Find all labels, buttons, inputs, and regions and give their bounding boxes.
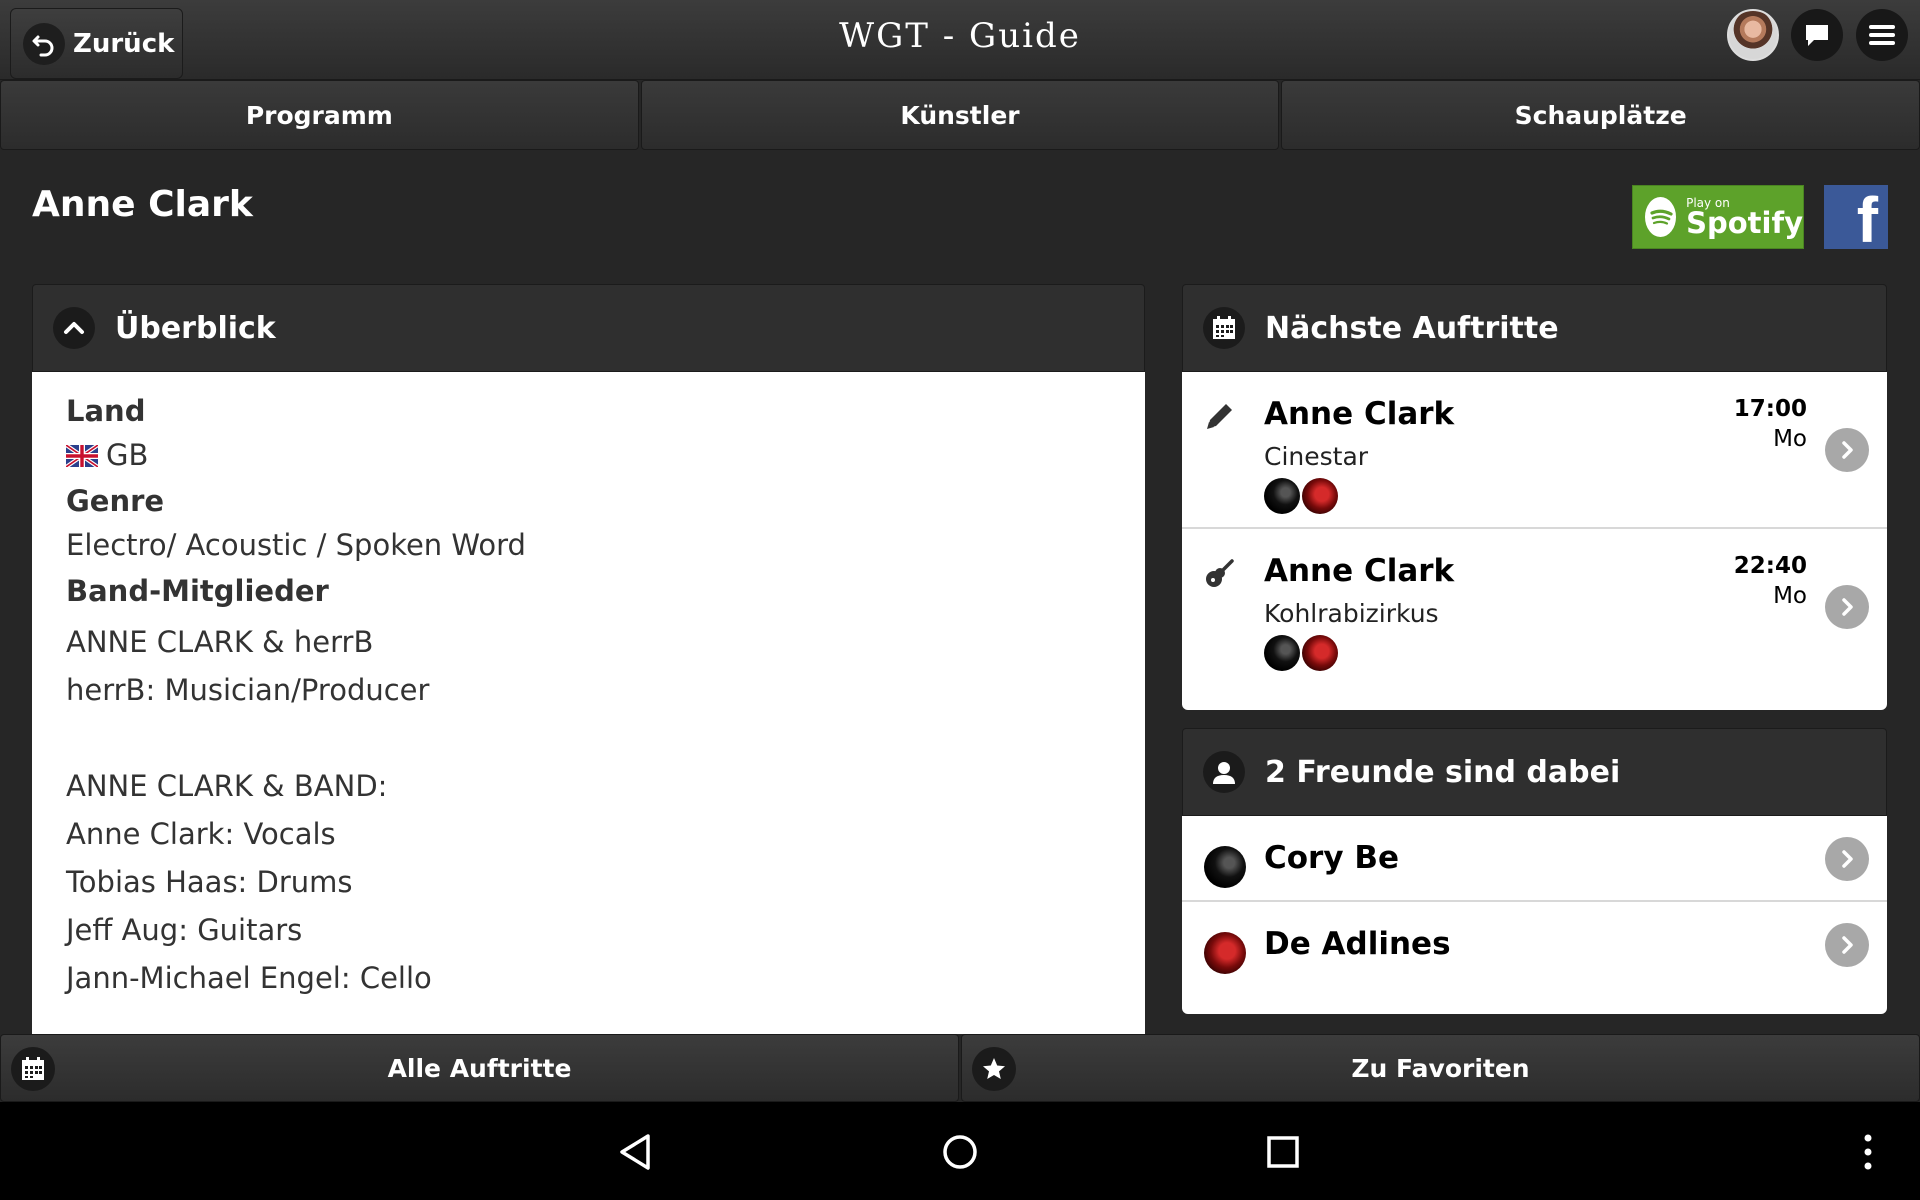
tab-kuenstler[interactable]: Künstler [640, 80, 1280, 150]
chat-icon[interactable] [1791, 9, 1843, 61]
all-shows-label: Alle Auftritte [387, 1053, 572, 1083]
spotify-button[interactable]: Play on Spotify [1632, 185, 1804, 249]
show-time: 17:00 [1733, 396, 1807, 422]
genre-value: Electro/ Acoustic / Spoken Word [66, 528, 526, 562]
show-item[interactable]: Anne Clark Kohlrabizirkus 22:40 Mo [1182, 529, 1887, 686]
artist-name: Anne Clark [32, 184, 253, 225]
all-shows-button[interactable]: Alle Auftritte [0, 1034, 959, 1102]
next-shows-list: Anne Clark Cinestar 17:00 Mo Anne Clark … [1182, 372, 1887, 710]
spotify-icon [1645, 197, 1677, 237]
country-label: Land [66, 394, 146, 428]
next-shows-title: Nächste Auftritte [1265, 310, 1559, 346]
favorite-button[interactable]: Zu Favoriten [961, 1034, 1920, 1102]
friends-header: 2 Freunde sind dabei [1182, 728, 1887, 816]
chevron-right-icon[interactable] [1825, 585, 1869, 629]
show-day: Mo [1773, 426, 1807, 452]
bottom-action-bar: Alle Auftritte Zu Favoriten [0, 1034, 1920, 1102]
app-title: WGT - Guide [839, 16, 1081, 56]
show-item[interactable]: Anne Clark Cinestar 17:00 Mo [1182, 372, 1887, 529]
overview-header[interactable]: Überblick [32, 284, 1145, 372]
friend-avatar [1264, 478, 1300, 514]
chevron-right-icon[interactable] [1825, 428, 1869, 472]
friend-item[interactable]: Cory Be [1182, 816, 1887, 902]
friends-list: Cory Be De Adlines [1182, 816, 1887, 1014]
favorite-label: Zu Favoriten [1351, 1053, 1530, 1083]
tab-programm[interactable]: Programm [0, 80, 639, 150]
members-text: ANNE CLARK & herrB herrB: Musician/Produ… [66, 625, 432, 995]
facebook-icon: f [1856, 185, 1878, 249]
pencil-icon [1202, 398, 1238, 438]
friend-avatar [1264, 635, 1300, 671]
spotify-label: Spotify [1686, 205, 1803, 240]
nav-home-icon[interactable] [932, 1124, 988, 1180]
android-nav-bar [0, 1102, 1920, 1200]
overview-content: Land GB Genre Electro/ Acoustic / Spoken… [32, 372, 1145, 1034]
show-venue: Cinestar [1264, 442, 1369, 471]
facebook-button[interactable]: f [1824, 185, 1888, 249]
star-icon [972, 1047, 1016, 1091]
app-header: Zurück WGT - Guide [0, 0, 1920, 80]
friend-avatar [1302, 635, 1338, 671]
genre-label: Genre [66, 484, 165, 518]
friend-name: De Adlines [1264, 926, 1451, 962]
show-venue: Kohlrabizirkus [1264, 599, 1439, 628]
friend-name: Cory Be [1264, 840, 1399, 876]
friend-avatar [1302, 478, 1338, 514]
tab-schauplaetze[interactable]: Schauplätze [1281, 80, 1920, 150]
show-day: Mo [1773, 583, 1807, 609]
uk-flag-icon [66, 445, 98, 467]
overview-title: Überblick [115, 310, 276, 346]
show-artist: Anne Clark [1264, 396, 1455, 432]
show-time: 22:40 [1733, 553, 1807, 579]
calendar-icon [1203, 307, 1245, 349]
chevron-right-icon[interactable] [1825, 923, 1869, 967]
show-artist: Anne Clark [1264, 553, 1455, 589]
guitar-icon [1202, 555, 1238, 595]
main-tabs: Programm Künstler Schauplätze [0, 80, 1920, 150]
next-shows-header: Nächste Auftritte [1182, 284, 1887, 372]
nav-back-icon[interactable] [608, 1124, 664, 1180]
chevron-up-icon [53, 307, 95, 349]
nav-recents-icon[interactable] [1255, 1124, 1311, 1180]
menu-icon[interactable] [1856, 9, 1908, 61]
friend-avatar [1204, 846, 1246, 888]
chevron-right-icon[interactable] [1825, 837, 1869, 881]
calendar-icon [11, 1047, 55, 1091]
friend-item[interactable]: De Adlines [1182, 902, 1887, 988]
person-icon [1203, 751, 1245, 793]
friends-title: 2 Freunde sind dabei [1265, 754, 1621, 790]
members-label: Band-Mitglieder [66, 574, 329, 608]
country-value: GB [106, 438, 149, 472]
country-value-row: GB [66, 438, 1111, 472]
overflow-menu-icon[interactable] [1840, 1124, 1896, 1180]
user-avatar[interactable] [1727, 9, 1779, 61]
friend-avatar [1204, 932, 1246, 974]
